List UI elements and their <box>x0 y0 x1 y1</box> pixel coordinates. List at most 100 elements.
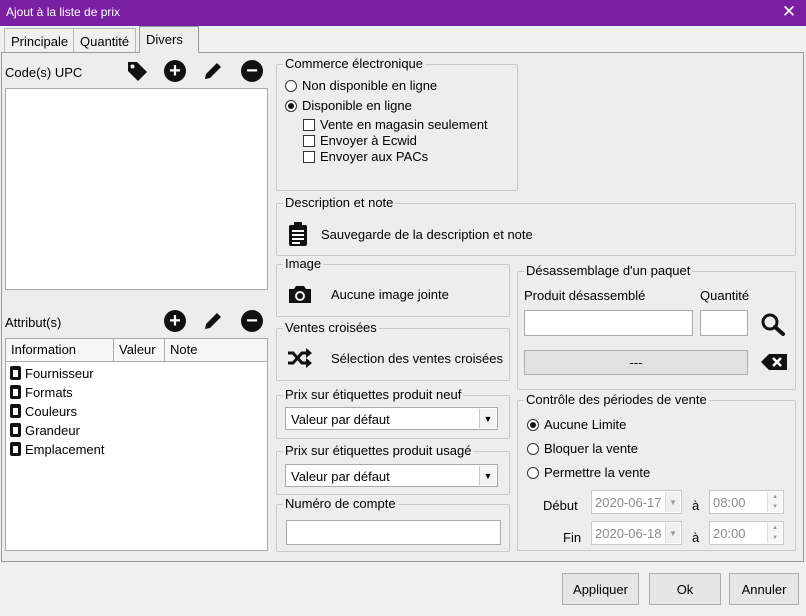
checkbox-box <box>303 150 315 163</box>
window-title: Ajout à la liste de prix <box>6 5 121 19</box>
tree-item[interactable]: Formats <box>10 383 73 401</box>
radio-online[interactable]: Disponible en ligne <box>285 98 412 113</box>
product-label: Produit désassemblé <box>524 288 646 303</box>
group-title: Image <box>283 256 324 271</box>
pencil-icon <box>205 313 221 329</box>
shuffle-icon <box>288 348 312 368</box>
upc-label: Code(s) UPC <box>5 65 83 80</box>
group-title: Numéro de compte <box>283 496 398 511</box>
checkbox-label: Vente en magasin seulement <box>320 117 488 132</box>
quantity-input[interactable] <box>700 310 748 336</box>
ecommerce-group: Commerce électronique Non disponible en … <box>276 56 518 191</box>
checkbox-box <box>303 134 315 147</box>
start-date-picker[interactable]: 2020-06-17 ▼ <box>591 490 682 514</box>
tab-principale[interactable]: Principale <box>4 28 76 53</box>
tree-item[interactable]: Fournisseur <box>10 364 94 382</box>
remove-attribute-button[interactable]: − <box>241 310 263 332</box>
checkbox-send-ecwid[interactable]: Envoyer à Ecwid <box>303 133 417 148</box>
at-label: à <box>692 530 700 545</box>
search-icon <box>761 313 785 336</box>
clipboard-icon <box>10 404 21 418</box>
chevron-down-icon: ▼ <box>665 492 680 512</box>
tab-quantite[interactable]: Quantité <box>73 28 137 53</box>
clipboard-icon <box>10 423 21 437</box>
cancel-button[interactable]: Annuler <box>729 573 799 605</box>
edit-attribute-button[interactable] <box>202 310 224 332</box>
header-divider <box>6 361 267 362</box>
spinner-arrows-icon: ▲ ▼ <box>767 523 782 543</box>
tree-item[interactable]: Couleurs <box>10 402 77 420</box>
attach-image-button[interactable]: Aucune image jointe <box>287 283 449 305</box>
attributes-label: Attribut(s) <box>5 315 62 330</box>
end-time-value: 20:00 <box>713 526 746 541</box>
clear-button[interactable] <box>760 353 788 374</box>
save-description-button[interactable]: Sauvegarde de la description et note <box>287 221 533 247</box>
cross-sales-label: Sélection des ventes croisées <box>331 350 503 366</box>
radio-not-online[interactable]: Non disponible en ligne <box>285 78 437 93</box>
tab-divers[interactable]: Divers <box>139 26 199 53</box>
end-date-picker[interactable]: 2020-06-18 ▼ <box>591 521 682 545</box>
clipboard-icon <box>10 385 21 399</box>
radio-label: Bloquer la vente <box>544 441 638 456</box>
attributes-tree[interactable]: Information Valeur Note Fournisseur Form… <box>5 338 268 551</box>
start-time-value: 08:00 <box>713 495 746 510</box>
tree-item[interactable]: Emplacement <box>10 440 104 458</box>
apply-button[interactable]: Appliquer <box>562 573 639 605</box>
upc-list[interactable] <box>5 88 268 290</box>
column-header-note[interactable]: Note <box>165 339 267 361</box>
radio-label: Non disponible en ligne <box>302 78 438 93</box>
end-time-spinner[interactable]: 20:00 ▲ ▼ <box>709 521 784 545</box>
search-button[interactable] <box>760 312 786 339</box>
add-upc-button[interactable]: + <box>164 60 186 82</box>
radio-allow-sale[interactable]: Permettre la vente <box>527 465 650 480</box>
tree-item-label: Fournisseur <box>25 365 94 381</box>
tree-item[interactable]: Grandeur <box>10 421 80 439</box>
title-bar: Ajout à la liste de prix ✕ <box>0 0 806 26</box>
group-title: Description et note <box>283 195 396 210</box>
price-new-select[interactable]: Valeur par défaut ▼ <box>285 407 498 430</box>
quantity-label: Quantité <box>700 288 750 303</box>
image-group: Image Aucune image jointe <box>276 256 510 317</box>
cross-sales-button[interactable]: Sélection des ventes croisées <box>287 348 503 368</box>
product-input[interactable] <box>524 310 693 336</box>
save-description-label: Sauvegarde de la description et note <box>321 226 533 242</box>
radio-no-limit[interactable]: Aucune Limite <box>527 417 626 432</box>
select-value: Valeur par défaut <box>291 412 390 427</box>
checkbox-send-pacs[interactable]: Envoyer aux PACs <box>303 149 428 164</box>
tab-label: Quantité <box>80 34 130 49</box>
image-status: Aucune image jointe <box>331 286 449 302</box>
disassembly-group: Désassemblage d'un paquet Produit désass… <box>517 263 796 390</box>
column-header-valeur[interactable]: Valeur <box>114 339 165 361</box>
column-header-information[interactable]: Information <box>6 339 114 361</box>
account-input[interactable] <box>286 520 501 545</box>
radio-indicator <box>527 466 539 479</box>
ok-button[interactable]: Ok <box>649 573 721 605</box>
minus-icon: − <box>241 310 263 332</box>
radio-label: Permettre la vente <box>544 465 651 480</box>
group-title: Prix sur étiquettes produit neuf <box>283 387 464 402</box>
radio-label: Disponible en ligne <box>302 98 412 113</box>
start-date-value: 2020-06-17 <box>595 495 662 510</box>
end-date-value: 2020-06-18 <box>595 526 662 541</box>
tree-item-label: Couleurs <box>25 403 78 419</box>
spinner-arrows-icon: ▲ ▼ <box>767 492 782 512</box>
radio-indicator <box>527 442 539 455</box>
price-new-group: Prix sur étiquettes produit neuf Valeur … <box>276 387 510 439</box>
chevron-down-icon: ▼ <box>665 523 680 543</box>
disassembly-list-button[interactable]: --- <box>524 350 748 375</box>
tag-icon[interactable] <box>126 60 148 82</box>
radio-label: Aucune Limite <box>544 417 627 432</box>
radio-indicator <box>285 79 297 92</box>
group-title: Ventes croisées <box>283 320 379 335</box>
add-attribute-button[interactable]: + <box>164 310 186 332</box>
close-icon[interactable]: ✕ <box>780 1 798 23</box>
backspace-icon <box>761 354 787 370</box>
edit-upc-button[interactable] <box>202 60 224 82</box>
at-label: à <box>692 498 700 513</box>
start-time-spinner[interactable]: 08:00 ▲ ▼ <box>709 490 784 514</box>
radio-block-sale[interactable]: Bloquer la vente <box>527 441 638 456</box>
remove-upc-button[interactable]: − <box>241 60 263 82</box>
checkbox-store-only[interactable]: Vente en magasin seulement <box>303 117 488 132</box>
price-used-select[interactable]: Valeur par défaut ▼ <box>285 464 498 487</box>
clipboard-icon <box>289 222 307 246</box>
